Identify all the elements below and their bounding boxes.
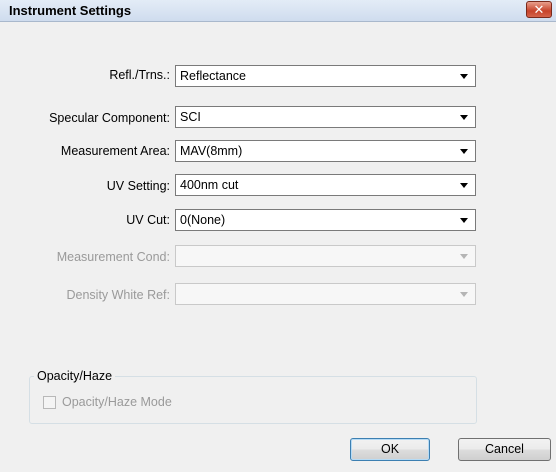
uv-cut-label: UV Cut:	[126, 213, 170, 227]
uv-setting-label: UV Setting:	[106, 179, 170, 193]
refl-trns-select[interactable]: Reflectance	[175, 65, 476, 87]
chevron-down-icon	[460, 254, 468, 259]
opacity-haze-mode-label: Opacity/Haze Mode	[62, 395, 172, 409]
instrument-settings-dialog: Instrument Settings ✕ Refl./Trns.: Refle…	[0, 0, 556, 472]
measurement-cond-label: Measurement Cond:	[56, 250, 170, 264]
specular-component-select[interactable]: SCI	[175, 106, 476, 128]
specular-component-label: Specular Component:	[49, 111, 170, 125]
measurement-cond-select	[175, 245, 476, 267]
uv-cut-value: 0(None)	[180, 213, 226, 227]
measurement-area-label: Measurement Area:	[60, 144, 170, 158]
specular-component-value: SCI	[180, 110, 201, 124]
density-white-ref-select	[175, 283, 476, 305]
cancel-button[interactable]: Cancel	[458, 438, 551, 461]
chevron-down-icon	[460, 218, 468, 223]
chevron-down-icon	[460, 74, 468, 79]
measurement-area-value: MAV(8mm)	[180, 144, 243, 158]
chevron-down-icon	[460, 183, 468, 188]
uv-setting-select[interactable]: 400nm cut	[175, 174, 476, 196]
dialog-title: Instrument Settings	[9, 3, 132, 18]
uv-cut-select[interactable]: 0(None)	[175, 209, 476, 231]
title-bar[interactable]: Instrument Settings ✕	[0, 0, 556, 22]
density-white-ref-label: Density White Ref:	[66, 288, 170, 302]
opacity-haze-group-title: Opacity/Haze	[34, 369, 116, 383]
refl-trns-label: Refl./Trns.:	[109, 68, 170, 82]
chevron-down-icon	[460, 292, 468, 297]
close-icon[interactable]: ✕	[526, 1, 552, 18]
chevron-down-icon	[460, 149, 468, 154]
opacity-haze-mode-checkbox[interactable]	[43, 396, 56, 409]
refl-trns-value: Reflectance	[180, 69, 247, 83]
uv-setting-value: 400nm cut	[180, 178, 239, 192]
chevron-down-icon	[460, 115, 468, 120]
ok-button[interactable]: OK	[350, 438, 430, 461]
measurement-area-select[interactable]: MAV(8mm)	[175, 140, 476, 162]
